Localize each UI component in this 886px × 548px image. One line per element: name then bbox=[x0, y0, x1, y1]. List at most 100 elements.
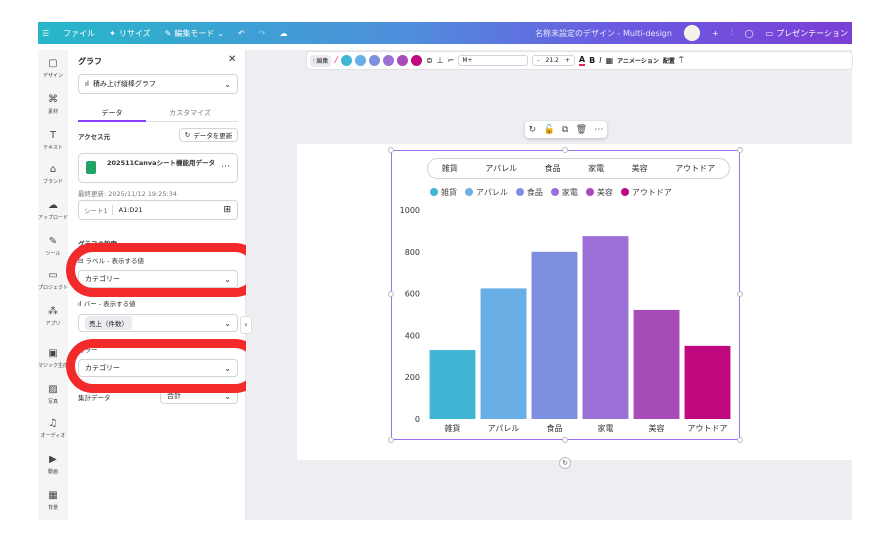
hamburger-icon: ☰ bbox=[42, 28, 50, 38]
layout-icon: ▢ bbox=[48, 58, 58, 69]
present-button[interactable]: ▭ プレゼンテーション bbox=[766, 28, 848, 39]
transparency-icon[interactable]: ▦ bbox=[606, 56, 614, 65]
range-selector[interactable]: シート1 A1:D21 ⊞ bbox=[78, 200, 238, 220]
italic-button[interactable]: I bbox=[599, 56, 601, 65]
duplicate-icon[interactable]: ⧉ bbox=[562, 125, 568, 135]
rail-item-audio[interactable]: ♫ オーディオ bbox=[38, 418, 68, 439]
rail-item-apps[interactable]: ⁂ アプリ bbox=[38, 306, 68, 327]
left-rail: ▢ デザイン ⌘ 素材 T テキスト ⌂ ブランド ☁ アップロード ✎ ツール ▭ プロジェクト ⁂ アプリ… bbox=[38, 50, 68, 520]
refresh-data-button[interactable]: ↻ データを更新 bbox=[179, 128, 238, 142]
rail-item-magic-media[interactable]: ▣ マジック生成 bbox=[38, 348, 68, 369]
add-collaborator-button[interactable]: + bbox=[712, 29, 719, 38]
position-button[interactable]: 配置 bbox=[663, 56, 675, 65]
rotate-icon[interactable]: ↻ bbox=[529, 125, 537, 135]
file-menu[interactable]: ファイル bbox=[63, 28, 95, 39]
tab-customize[interactable]: カスタマイズ bbox=[162, 108, 218, 118]
rail-item-photo[interactable]: ▨ 写真 bbox=[38, 384, 68, 405]
color-swatch[interactable] bbox=[368, 55, 380, 66]
chart-type-dropdown[interactable]: ıl 積み上げ縦棒グラフ ⌄ bbox=[78, 74, 238, 94]
rail-item-label: ブランド bbox=[42, 179, 63, 185]
resize-handle[interactable] bbox=[562, 437, 568, 443]
brand-icon: ⌂ bbox=[49, 164, 57, 175]
context-toolbar: ⫶ 編集 ⁄ ⊜ ⊥ ⌐ M+ -21.2 + A B I ▦ アニメーション 配… bbox=[307, 52, 852, 69]
resize-handle[interactable] bbox=[388, 291, 394, 297]
resize-handle[interactable] bbox=[388, 437, 394, 443]
animation-button[interactable]: アニメーション bbox=[617, 56, 659, 65]
table-icon: ⊞ bbox=[223, 205, 231, 215]
close-icon[interactable]: ✕ bbox=[228, 54, 236, 65]
rail-item-label: 写真 bbox=[47, 399, 58, 405]
edit-mode-dropdown[interactable]: ✎ 編集モード ⌄ bbox=[165, 28, 224, 39]
color-swatch[interactable] bbox=[340, 55, 352, 66]
present-icon: ▭ bbox=[765, 28, 774, 38]
resize-button[interactable]: ✦ リサイズ bbox=[109, 28, 150, 39]
color-swatch[interactable] bbox=[410, 55, 422, 66]
font-increase-button[interactable]: + bbox=[565, 57, 570, 64]
highlight-ring-label bbox=[66, 243, 262, 297]
rotate-handle[interactable]: ↻ bbox=[559, 457, 571, 469]
avatar[interactable] bbox=[683, 25, 700, 41]
cloud-save-button[interactable]: ☁ bbox=[279, 29, 287, 38]
rail-item-draw[interactable]: ✎ ツール bbox=[38, 236, 68, 257]
menu-button[interactable]: ☰ bbox=[42, 29, 49, 38]
comment-button[interactable]: ◯ bbox=[745, 29, 754, 38]
resize-handle[interactable] bbox=[737, 147, 743, 153]
bar-chart-icon: ıl bbox=[85, 80, 89, 88]
rail-item-layout[interactable]: ▢ デザイン bbox=[38, 58, 68, 79]
tab-active-indicator bbox=[78, 120, 146, 122]
lock-icon[interactable]: 🔓 bbox=[543, 125, 554, 135]
edit-chart-button[interactable]: ⫶ 編集 bbox=[310, 54, 332, 67]
doc-title[interactable]: 名称未設定のデザイン - Multi-design bbox=[535, 28, 672, 39]
bold-button[interactable]: B bbox=[589, 56, 595, 65]
undo-button[interactable]: ↶ bbox=[238, 29, 245, 38]
font-size-control[interactable]: -21.2 + bbox=[532, 55, 575, 66]
resize-handle[interactable] bbox=[737, 291, 743, 297]
chevron-down-icon: ⌄ bbox=[217, 28, 225, 38]
resize-handle[interactable] bbox=[562, 147, 568, 153]
pencil-icon: ✎ bbox=[164, 28, 172, 38]
bar-chart-icon: ⫶ bbox=[730, 28, 733, 37]
font-dropdown[interactable]: M+ bbox=[458, 55, 529, 66]
font-size-value: 21.2 bbox=[545, 57, 559, 64]
font-decrease-button[interactable]: - bbox=[537, 57, 539, 64]
resize-handle[interactable] bbox=[737, 437, 743, 443]
tab-data[interactable]: データ bbox=[96, 108, 128, 118]
color-picker-button[interactable]: ⁄ bbox=[335, 56, 337, 66]
photo-icon: ▨ bbox=[48, 384, 58, 395]
more-icon[interactable]: ⋯ bbox=[221, 162, 230, 172]
rail-item-folder[interactable]: ▭ プロジェクト bbox=[38, 270, 68, 291]
color-swatch[interactable] bbox=[396, 55, 408, 66]
rail-item-video[interactable]: ▶ 動画 bbox=[38, 454, 68, 475]
trash-icon[interactable]: 🗑 bbox=[576, 125, 587, 135]
panel-title: グラフ bbox=[78, 57, 102, 66]
color-swatch[interactable] bbox=[382, 55, 394, 66]
redo-button[interactable]: ↷ bbox=[259, 29, 266, 38]
insights-button[interactable]: ⫶ bbox=[731, 28, 733, 38]
chevron-down-icon: ⌄ bbox=[224, 318, 231, 328]
refresh-icon: ↻ bbox=[184, 131, 191, 139]
align-bottom-icon[interactable]: ⊥ bbox=[437, 56, 444, 65]
format-painter-icon[interactable]: ⍑ bbox=[679, 56, 684, 66]
sparkle-icon: ✦ bbox=[109, 28, 116, 38]
last-updated: 最終更新: 2025/11/12 19:25:34 bbox=[78, 190, 177, 198]
rail-item-brand[interactable]: ⌂ ブランド bbox=[38, 164, 68, 185]
rail-item-upload[interactable]: ☁ アップロード bbox=[38, 200, 68, 221]
elements-icon: ⌘ bbox=[48, 94, 58, 105]
rail-item-background[interactable]: ▦ 背景 bbox=[38, 490, 68, 511]
spacing-icon[interactable]: ⊜ bbox=[426, 56, 433, 65]
resize-handle[interactable] bbox=[388, 147, 394, 153]
more-icon[interactable]: ⋯ bbox=[594, 125, 603, 135]
comment-icon: ◯ bbox=[744, 28, 754, 38]
rail-item-text[interactable]: T テキスト bbox=[38, 130, 68, 151]
text-color-icon[interactable]: A bbox=[578, 55, 586, 66]
data-source-card[interactable]: 202511Canvaシート機能用データ ⋯ bbox=[78, 153, 238, 183]
rail-item-elements[interactable]: ⌘ 素材 bbox=[38, 94, 68, 115]
rail-item-label: テキスト bbox=[43, 145, 63, 151]
curve-icon[interactable]: ⌐ bbox=[448, 56, 455, 65]
chevron-down-icon: ⌄ bbox=[224, 79, 231, 89]
color-swatch[interactable] bbox=[354, 55, 366, 66]
text-icon: T bbox=[49, 130, 57, 141]
bar-dropdown[interactable]: 売上（件数） ⌄ bbox=[78, 314, 238, 332]
aggregate-label: 集計データ bbox=[78, 394, 111, 402]
collapse-panel-button[interactable]: ‹ bbox=[240, 316, 252, 334]
